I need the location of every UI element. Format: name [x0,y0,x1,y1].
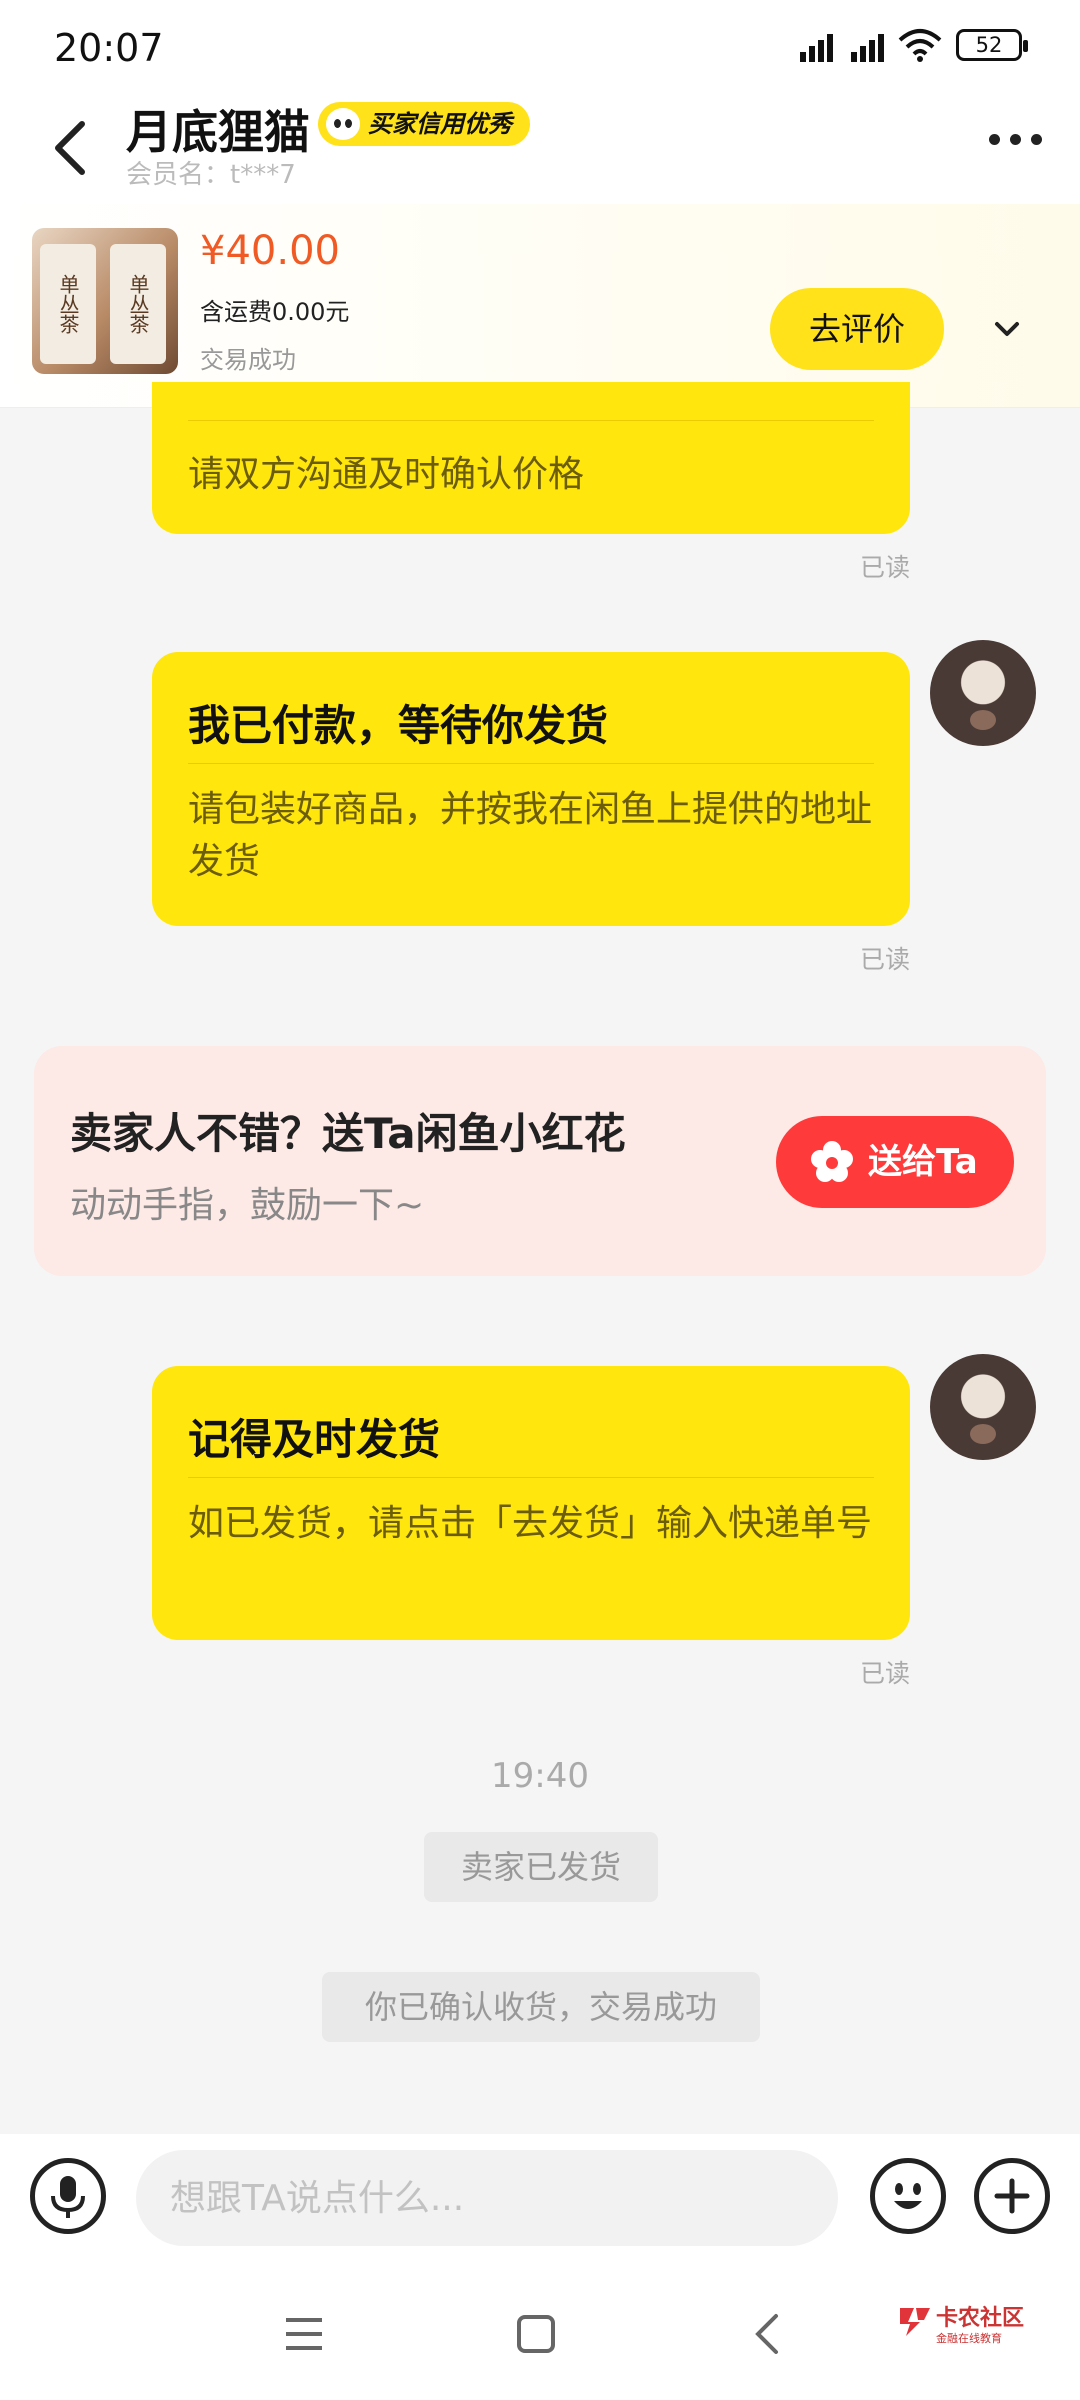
message-body: 如已发货，请点击「去发货」输入快递单号 [188,1503,873,1544]
battery-icon: 52 [956,29,1028,61]
read-receipt: 已读 [859,945,910,974]
input-bar [0,2134,1080,2262]
product-bar[interactable]: 单丛茶 单丛茶 ¥40.00 含运费0.00元 交易成功 去评价 [0,204,1080,408]
home-icon[interactable] [506,2304,566,2364]
message-body: 请包装好商品，并按我在闲鱼上提供的地址发货 [188,789,873,882]
watermark-logo-icon [900,2308,930,2336]
system-nav-bar: 卡农社区 金融在线教育 [0,2262,1080,2400]
system-message: 卖家已发货 [424,1832,658,1902]
smiley-icon [894,2183,922,2209]
send-flower-label: 送给Ta [868,1142,978,1182]
review-button[interactable]: 去评价 [770,288,944,370]
product-package-label: 单丛茶 [40,244,96,364]
chevron-down-icon[interactable] [992,314,1022,344]
contact-name[interactable]: 月底狸猫 [126,96,310,162]
fish-face-icon [326,108,360,140]
flower-card-title: 卖家人不错？送Ta闲鱼小红花 [70,1109,626,1158]
watermark-title: 卡农社区 [936,2306,1025,2331]
credit-badge[interactable]: 买家信用优秀 [318,102,530,146]
menu-icon[interactable] [274,2304,334,2364]
message-input[interactable] [136,2150,838,2246]
message-title: 我已付款，等待你发货 [188,652,874,764]
send-flower-button[interactable]: 送给Ta [776,1116,1014,1208]
message-title: 记得及时发货 [188,1366,874,1478]
watermark-subtitle: 金融在线教育 [936,2332,1002,2345]
microphone-icon [51,2176,85,2218]
status-time: 20:07 [54,26,164,70]
back-icon[interactable] [40,108,100,188]
plus-icon [994,2178,1030,2214]
credit-badge-label: 买家信用优秀 [368,110,512,138]
back-nav-icon[interactable] [738,2304,798,2364]
message-bubble[interactable]: 请双方沟通及时确认价格 [152,382,910,534]
member-name: 会员名：t***7 [126,160,296,190]
message-body: 请双方沟通及时确认价格 [188,454,585,495]
timestamp: 19:40 [491,1756,589,1796]
signal-icon [796,28,833,62]
status-icons: 52 [796,28,1028,62]
wifi-icon [898,29,942,62]
avatar[interactable] [930,1354,1036,1460]
read-receipt: 已读 [859,553,910,582]
message-bubble[interactable]: 记得及时发货 如已发货，请点击「去发货」输入快递单号 [152,1366,910,1640]
watermark: 卡农社区 金融在线教育 [898,2298,1028,2358]
chat-header: 月底狸猫 买家信用优秀 会员名：t***7 [0,92,1080,204]
voice-button[interactable] [30,2158,106,2234]
status-bar: 20:07 52 [0,0,1080,92]
message-bubble[interactable]: 我已付款，等待你发货 请包装好商品，并按我在闲鱼上提供的地址发货 [152,652,910,926]
emoji-button[interactable] [870,2158,946,2234]
avatar[interactable] [930,640,1036,746]
read-receipt: 已读 [859,1659,910,1688]
flower-card-subtitle: 动动手指，鼓励一下~ [70,1185,425,1226]
system-message: 你已确认收货，交易成功 [322,1972,760,2042]
flower-icon [811,1141,853,1182]
signal-icon [847,28,884,62]
shipping-fee: 含运费0.00元 [200,298,350,326]
more-options-icon[interactable] [989,134,1042,145]
product-price: ¥40.00 [200,228,340,274]
product-thumbnail[interactable]: 单丛茶 单丛茶 [32,228,178,374]
product-package-label: 单丛茶 [110,244,166,364]
deal-status: 交易成功 [200,346,296,374]
more-actions-button[interactable] [974,2158,1050,2234]
flower-card: 卖家人不错？送Ta闲鱼小红花 动动手指，鼓励一下~ 送给Ta [34,1046,1046,1276]
